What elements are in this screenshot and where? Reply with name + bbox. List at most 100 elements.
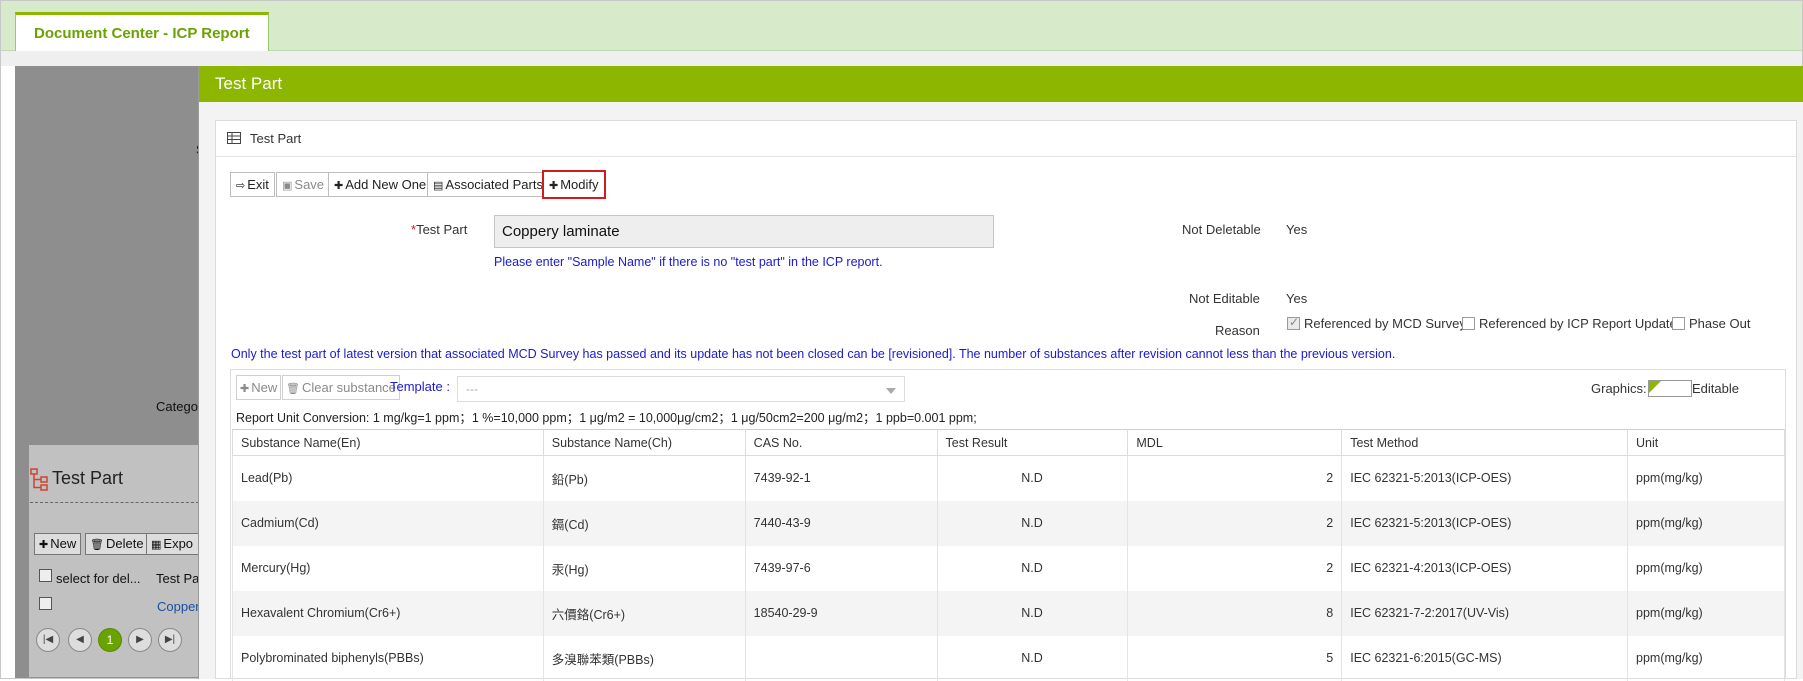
reason-option-mcd[interactable]: Referenced by MCD Survey [1287, 315, 1466, 331]
bg-col-select: select for del... [56, 571, 141, 586]
substance-new-button[interactable]: ✚ New [236, 375, 282, 400]
test-part-label: *Test Part [411, 222, 468, 237]
col-substance-en: Substance Name(En) [232, 429, 544, 456]
tab-document-center[interactable]: Document Center - ICP Report [15, 12, 269, 52]
substance-table: Substance Name(En) Substance Name(Ch) CA… [232, 429, 1785, 681]
bg-new-button[interactable]: ✚ New [34, 533, 82, 555]
cell-substance-en: Lead(Pb) [232, 455, 544, 501]
col-cas-no: CAS No. [744, 429, 938, 456]
save-button[interactable]: ▣ Save [276, 172, 331, 197]
cell-cas-no: 7440-43-9 [744, 500, 938, 546]
not-deletable-value: Yes [1286, 222, 1308, 237]
not-editable-value: Yes [1286, 291, 1308, 306]
test-part-hint: Please enter "Sample Name" if there is n… [494, 255, 883, 269]
cell-substance-en: Hexavalent Chromium(Cr6+) [232, 590, 544, 636]
table-header-row: Substance Name(En) Substance Name(Ch) CA… [232, 429, 1785, 456]
cell-unit: ppm(mg/kg) [1627, 455, 1785, 501]
col-unit: Unit [1627, 429, 1785, 456]
mcd-checkbox[interactable] [1287, 315, 1300, 330]
not-editable-label: Not Editable [1189, 291, 1260, 306]
table-row[interactable]: Polybrominated biphenyls(PBBs) 多溴聯苯類(PBB… [232, 635, 1785, 681]
cell-unit: ppm(mg/kg) [1627, 500, 1785, 546]
bg-test-part-title: Test Part [52, 468, 124, 488]
cell-cas-no: 7439-92-1 [744, 455, 938, 501]
bg-row-checkbox[interactable] [39, 597, 52, 610]
not-deletable-label: Not Deletable [1182, 222, 1261, 237]
cell-substance-en: Cadmium(Cd) [232, 500, 544, 546]
cell-test-result[interactable]: N.D [936, 455, 1129, 501]
save-icon: ▣ [282, 180, 293, 192]
bg-delete-button[interactable]: 🗑 Delete [85, 533, 149, 555]
col-mdl: MDL [1127, 429, 1343, 456]
cell-test-result[interactable]: N.D [936, 590, 1129, 636]
cell-substance-ch: 多溴聯苯類(PBBs) [542, 635, 746, 681]
bg-row-link[interactable]: Copper [157, 599, 200, 614]
table-icon [227, 132, 241, 144]
plus-icon: ✚ [549, 180, 559, 192]
trash-icon: 🗑 [90, 539, 104, 551]
template-select[interactable]: --- [457, 376, 905, 402]
tree-icon [30, 468, 48, 491]
bg-select-all-checkbox[interactable] [39, 569, 52, 582]
cell-test-method: IEC 62321-6:2015(GC-MS) [1341, 635, 1629, 681]
cell-mdl[interactable]: 5 [1127, 635, 1343, 681]
col-substance-ch: Substance Name(Ch) [542, 429, 746, 456]
cell-test-result[interactable]: N.D [936, 635, 1129, 681]
cell-test-method: IEC 62321-5:2013(ICP-OES) [1341, 500, 1629, 546]
exit-button[interactable]: ⇨ Exit [230, 172, 275, 197]
cell-cas-no: 7439-97-6 [744, 545, 938, 591]
plus-icon: ✚ [39, 539, 49, 551]
cell-unit: ppm(mg/kg) [1627, 545, 1785, 591]
editable-legend-label: Editable [1692, 381, 1739, 396]
bg-export-button[interactable]: ▦ Expo [146, 533, 200, 555]
exit-icon: ⇨ [236, 180, 246, 192]
cell-unit: ppm(mg/kg) [1627, 635, 1785, 681]
cell-test-result[interactable]: N.D [936, 500, 1129, 546]
associated-parts-button[interactable]: ▤ Associated Parts [427, 172, 549, 197]
cell-mdl[interactable]: 2 [1127, 455, 1343, 501]
page-current[interactable]: 1 [98, 628, 122, 652]
cell-substance-ch: 六價鉻(Cr6+) [542, 590, 746, 636]
cell-test-result[interactable]: N.D [936, 545, 1129, 591]
table-row[interactable]: Lead(Pb) 鉛(Pb) 7439-92-1 N.D 2 IEC 62321… [232, 455, 1785, 501]
bg-side-label-category: Categor [156, 399, 203, 414]
table-row[interactable]: Mercury(Hg) 汞(Hg) 7439-97-6 N.D 2 IEC 62… [232, 545, 1785, 591]
chevron-down-icon [886, 388, 896, 394]
template-label: Template : [390, 379, 450, 394]
clear-substance-button[interactable]: 🗑 Clear substance [282, 375, 400, 400]
table-row[interactable]: Cadmium(Cd) 鎘(Cd) 7440-43-9 N.D 2 IEC 62… [232, 500, 1785, 546]
editable-legend-swatch [1648, 380, 1692, 397]
reason-label: Reason [1215, 323, 1260, 338]
reason-option-phase-out[interactable]: Phase Out [1672, 316, 1750, 331]
first-page-icon[interactable]: |◀ [36, 628, 60, 652]
phase-out-checkbox[interactable] [1672, 317, 1685, 330]
add-new-one-button[interactable]: ✚ Add New One [328, 172, 433, 197]
revision-notice: Only the test part of latest version tha… [231, 347, 1396, 361]
prev-page-icon[interactable]: ◀ [68, 628, 92, 652]
modal-title: Test Part [199, 66, 1803, 102]
bg-col-test-part: Test Pa [156, 571, 200, 586]
cell-substance-ch: 汞(Hg) [542, 545, 746, 591]
cell-substance-ch: 鉛(Pb) [542, 455, 746, 501]
bg-divider [30, 502, 204, 503]
cell-mdl[interactable]: 2 [1127, 500, 1343, 546]
modify-button[interactable]: ✚ Modify [542, 170, 606, 199]
unit-conversion-text: Report Unit Conversion: 1 mg/kg=1 ppm；1 … [236, 411, 977, 425]
col-test-result: Test Result [936, 429, 1129, 456]
cell-cas-no [744, 635, 938, 681]
cell-test-method: IEC 62321-4:2013(ICP-OES) [1341, 545, 1629, 591]
panel-title: Test Part [250, 131, 302, 146]
cell-mdl[interactable]: 2 [1127, 545, 1343, 591]
table-row[interactable]: Hexavalent Chromium(Cr6+) 六價鉻(Cr6+) 1854… [232, 590, 1785, 636]
cell-mdl[interactable]: 8 [1127, 590, 1343, 636]
corner-marker-icon [1649, 381, 1661, 393]
trash-icon: 🗑 [286, 383, 300, 395]
top-header [1, 1, 1802, 51]
last-page-icon[interactable]: ▶| [158, 628, 182, 652]
col-test-method: Test Method [1341, 429, 1629, 456]
excel-icon: ▦ [151, 539, 162, 551]
reason-option-icp[interactable]: Referenced by ICP Report Update [1462, 316, 1677, 331]
test-part-input[interactable]: Coppery laminate [494, 215, 994, 248]
icp-update-checkbox[interactable] [1462, 317, 1475, 330]
next-page-icon[interactable]: ▶ [128, 628, 152, 652]
